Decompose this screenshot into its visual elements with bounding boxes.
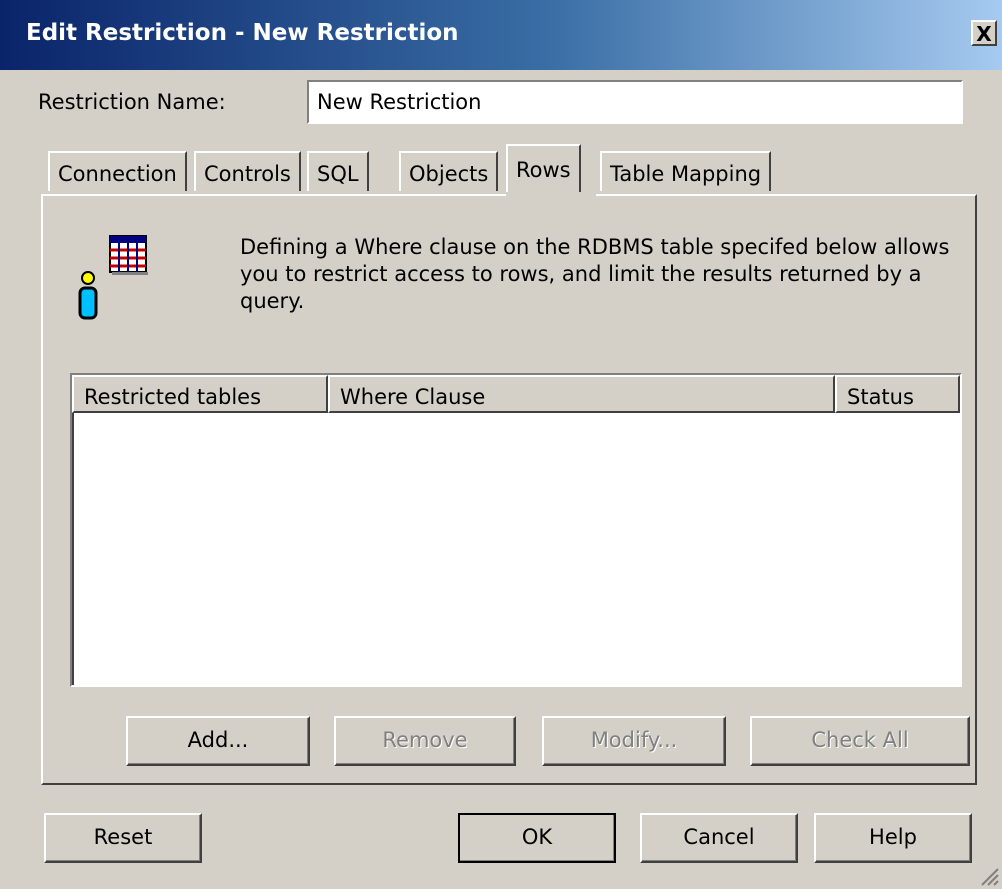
tab-connection[interactable]: Connection bbox=[48, 151, 187, 191]
check-all-button: Check All bbox=[750, 716, 970, 766]
tab-controls[interactable]: Controls bbox=[194, 151, 301, 191]
ok-button[interactable]: OK bbox=[458, 813, 616, 863]
remove-button: Remove bbox=[334, 716, 516, 766]
table-with-user-icon bbox=[78, 235, 148, 320]
tab-rows[interactable]: Rows bbox=[506, 144, 581, 196]
column-header-where-clause[interactable]: Where Clause bbox=[328, 375, 835, 413]
column-header-restricted-tables[interactable]: Restricted tables bbox=[72, 375, 328, 413]
restriction-name-input[interactable] bbox=[307, 80, 963, 124]
cancel-button[interactable]: Cancel bbox=[640, 813, 798, 863]
tab-objects[interactable]: Objects bbox=[399, 151, 499, 191]
add-button-label: Add... bbox=[187, 728, 249, 752]
tab-table-mapping[interactable]: Table Mapping bbox=[600, 151, 772, 191]
restriction-name-label: Restriction Name: bbox=[38, 90, 226, 114]
close-button[interactable]: X bbox=[971, 20, 997, 46]
window-title: Edit Restriction - New Restriction bbox=[26, 20, 459, 46]
rows-description: Defining a Where clause on the RDBMS tab… bbox=[240, 235, 950, 313]
reset-button[interactable]: Reset bbox=[44, 813, 202, 863]
tab-sql[interactable]: SQL bbox=[307, 151, 369, 191]
active-tab-join bbox=[506, 192, 596, 196]
column-header-status[interactable]: Status bbox=[835, 375, 960, 413]
help-button[interactable]: Help bbox=[814, 813, 972, 863]
restricted-tables-list[interactable]: Restricted tables Where Clause Status bbox=[70, 373, 962, 687]
modify-button: Modify... bbox=[542, 716, 726, 766]
resize-grip-icon[interactable] bbox=[978, 865, 1000, 887]
add-button[interactable]: Add... bbox=[126, 716, 310, 766]
title-bar: Edit Restriction - New Restriction X bbox=[0, 0, 1002, 70]
